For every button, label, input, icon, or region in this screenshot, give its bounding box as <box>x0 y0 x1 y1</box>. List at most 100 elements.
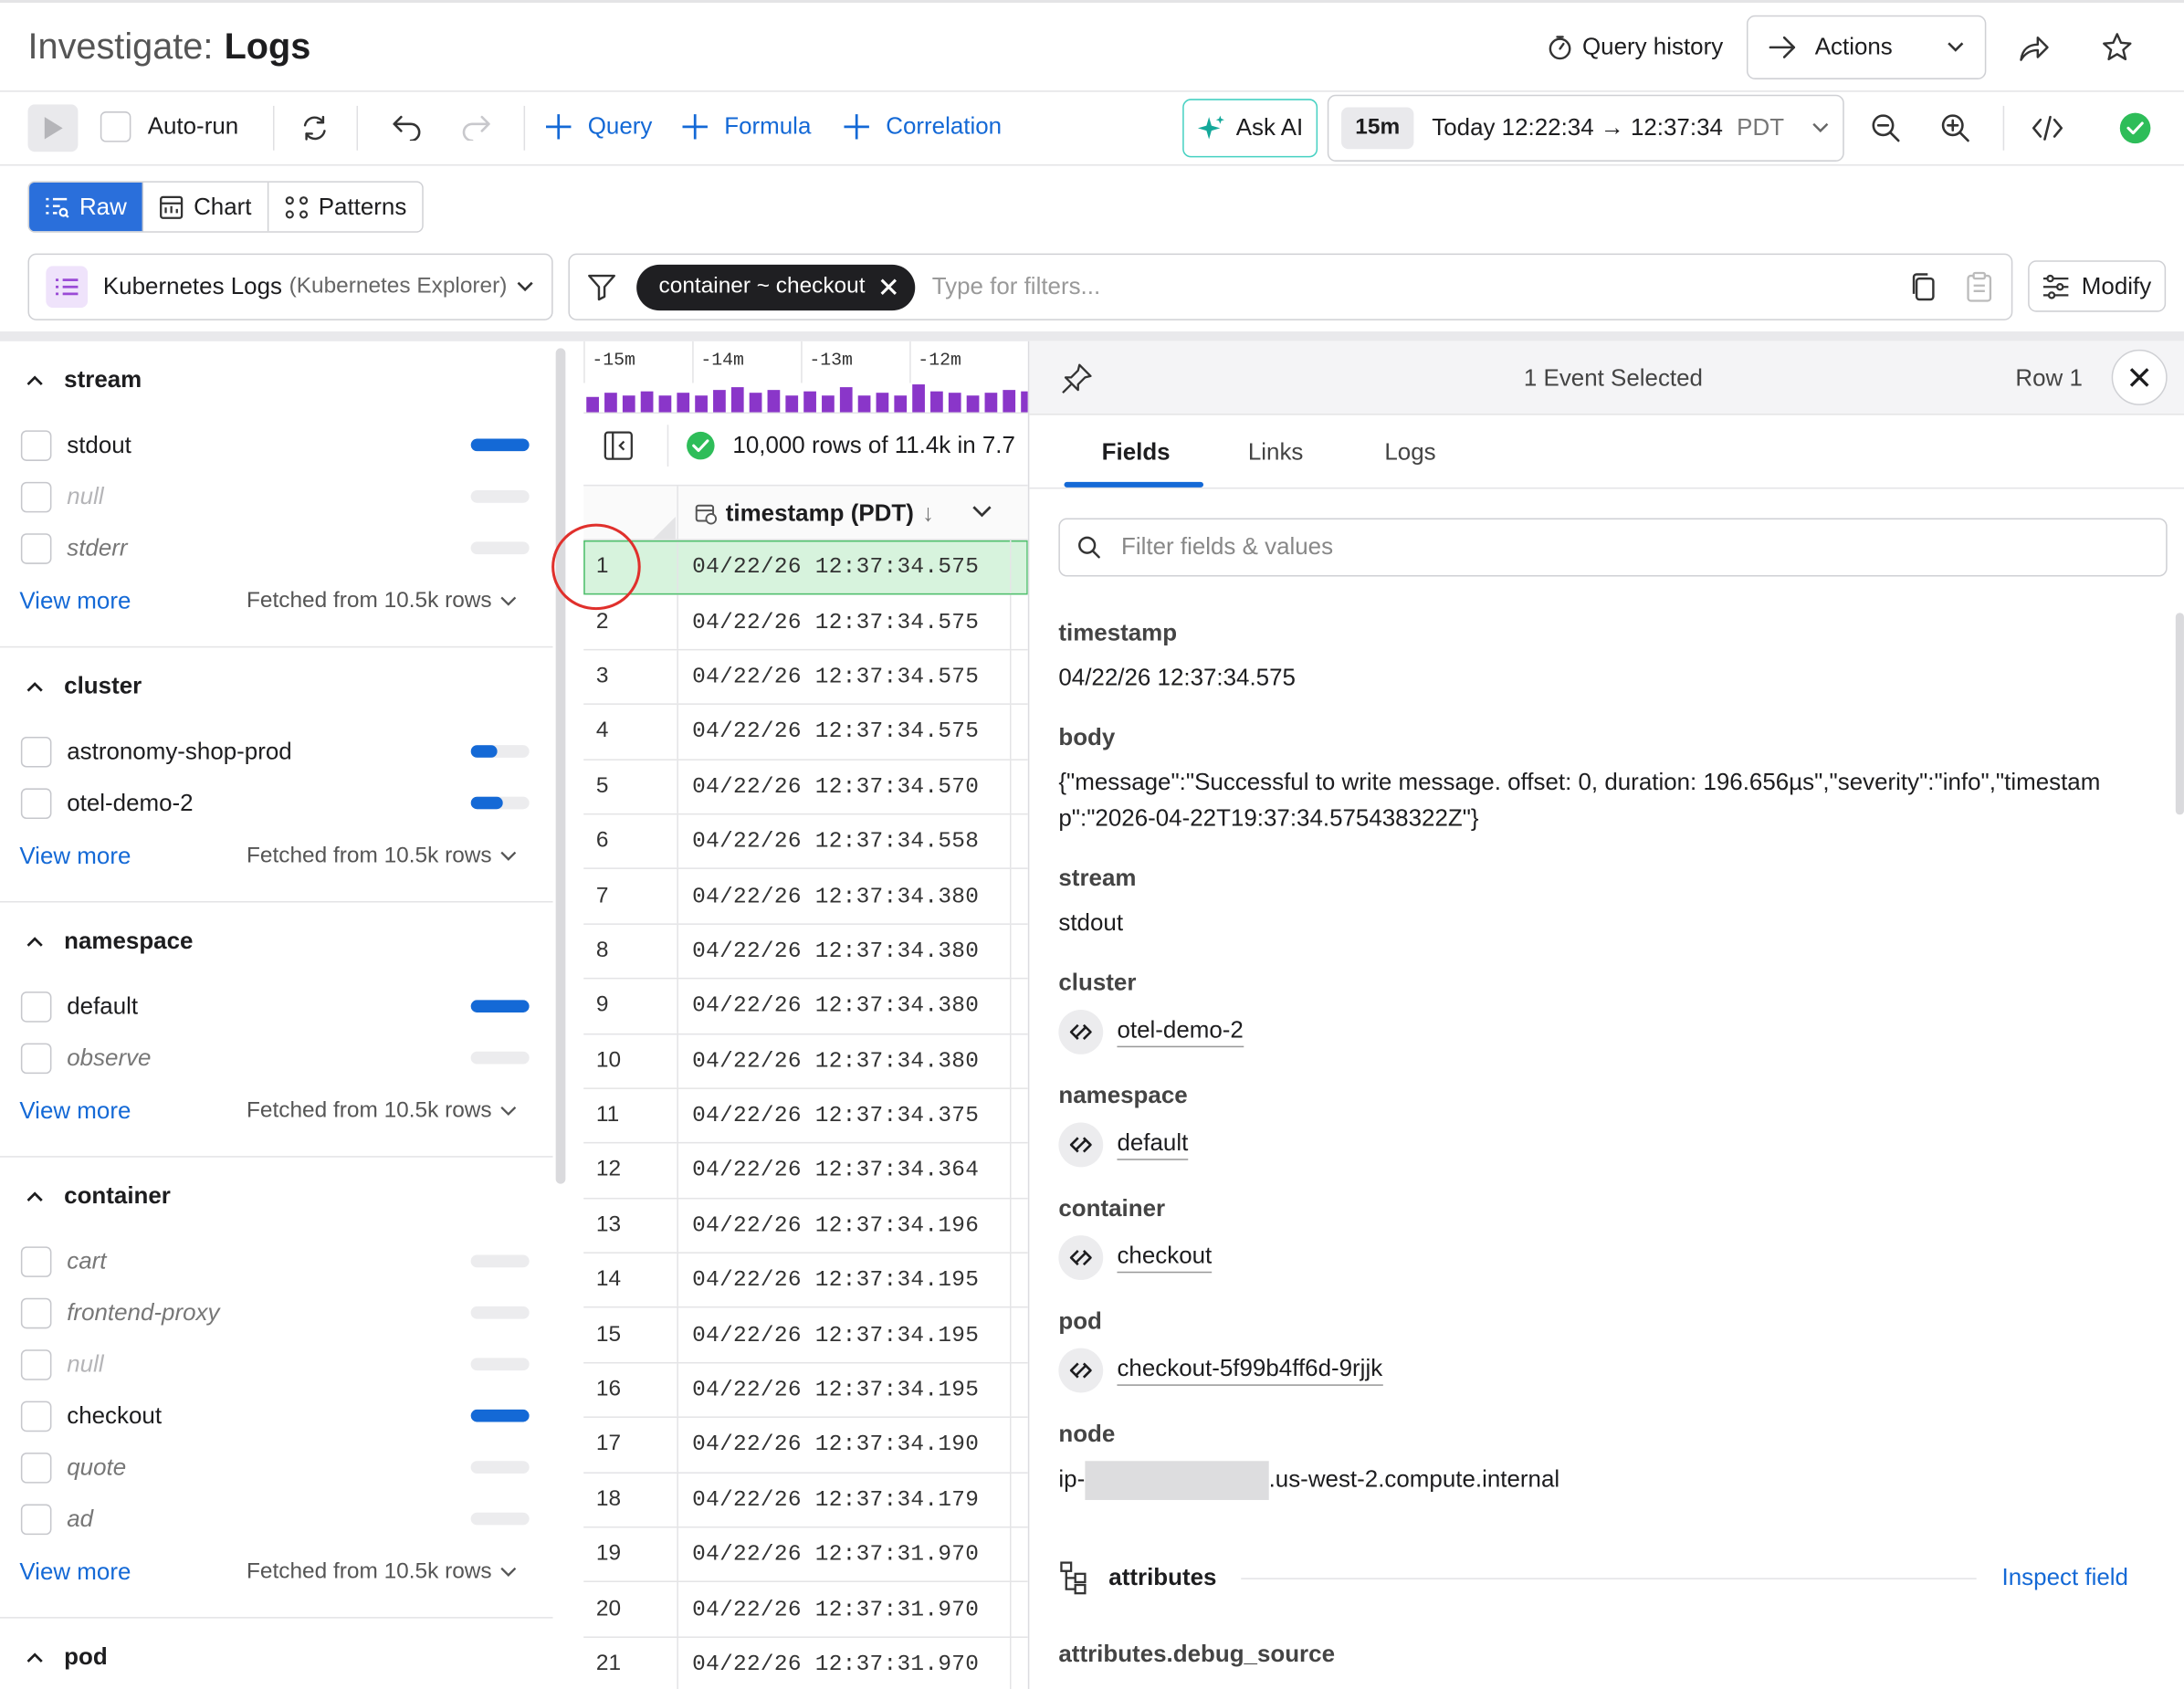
histogram-bar[interactable] <box>640 391 654 413</box>
table-row[interactable]: 1 04/22/26 12:37:34.575 <box>583 540 1028 595</box>
view-more-link[interactable]: View more <box>19 843 131 871</box>
linked-value-text[interactable]: checkout <box>1117 1243 1213 1274</box>
histogram-bar[interactable] <box>749 393 762 413</box>
table-row[interactable]: 9 04/22/26 12:37:34.380 <box>583 979 1028 1034</box>
facet-checkbox[interactable] <box>20 736 52 767</box>
facet-value-row[interactable]: ad <box>0 1493 553 1544</box>
histogram-bar[interactable] <box>713 390 726 413</box>
histogram-bar[interactable] <box>984 393 998 413</box>
add-query-button[interactable]: Query <box>543 111 652 142</box>
sort-desc-icon[interactable]: ↓ <box>922 500 934 529</box>
tab-links[interactable]: Links <box>1248 439 1304 467</box>
fetched-dropdown[interactable]: Fetched from 10.5k rows <box>247 1560 517 1585</box>
facet-value-row[interactable]: observe <box>0 1032 553 1083</box>
facet-checkbox[interactable] <box>20 1245 52 1277</box>
chevron-down-icon[interactable] <box>971 503 992 519</box>
facet-checkbox[interactable] <box>20 787 52 819</box>
fetched-dropdown[interactable]: Fetched from 10.5k rows <box>247 844 517 868</box>
histogram-bar[interactable] <box>1003 390 1016 413</box>
histogram-bar[interactable] <box>912 384 925 413</box>
field-filter-input[interactable] <box>1121 533 2096 561</box>
facet-value-row[interactable]: stderr <box>0 522 553 573</box>
linked-value[interactable]: checkout <box>1058 1235 2145 1280</box>
table-row[interactable]: 6 04/22/26 12:37:34.558 <box>583 814 1028 870</box>
table-row[interactable]: 5 04/22/26 12:37:34.570 <box>583 760 1028 815</box>
undo-icon[interactable] <box>390 113 424 142</box>
actions-button[interactable]: Actions <box>1746 15 1987 79</box>
linked-value-text[interactable]: otel-demo-2 <box>1117 1017 1244 1048</box>
table-row[interactable]: 8 04/22/26 12:37:34.380 <box>583 924 1028 980</box>
histogram-bar[interactable] <box>785 395 799 413</box>
facet-checkbox[interactable] <box>20 532 52 564</box>
zoom-in-icon[interactable] <box>1938 111 1972 145</box>
view-more-link[interactable]: View more <box>19 1558 131 1587</box>
table-row[interactable]: 11 04/22/26 12:37:34.375 <box>583 1088 1028 1144</box>
linked-value-text[interactable]: default <box>1117 1129 1189 1160</box>
inspect-field-link[interactable]: Inspect field <box>2002 1564 2128 1592</box>
histogram-bar[interactable] <box>658 395 672 413</box>
histogram-bar[interactable] <box>604 393 617 413</box>
linked-value-text[interactable]: checkout-5f99b4ff6d-9rjjk <box>1117 1355 1383 1386</box>
time-range-picker[interactable]: 15m Today 12:22:34 → 12:37:34 PDT <box>1327 94 1844 162</box>
collapse-panel-icon[interactable] <box>604 430 635 461</box>
filter-chip[interactable]: container ~ checkout <box>636 264 916 310</box>
table-row[interactable]: 12 04/22/26 12:37:34.364 <box>583 1143 1028 1199</box>
panel-scrollbar[interactable] <box>2175 613 2184 815</box>
histogram-bar[interactable] <box>966 395 980 413</box>
facet-header[interactable]: cluster <box>0 647 553 725</box>
facet-checkbox[interactable] <box>20 429 52 461</box>
refresh-icon[interactable] <box>299 113 331 144</box>
linked-value[interactable]: otel-demo-2 <box>1058 1009 2145 1054</box>
clipboard-icon[interactable] <box>1965 271 1993 302</box>
facet-value-row[interactable]: checkout <box>0 1390 553 1441</box>
fetched-dropdown[interactable]: Fetched from 10.5k rows <box>247 589 517 614</box>
table-row[interactable]: 13 04/22/26 12:37:34.196 <box>583 1198 1028 1254</box>
histogram-bar[interactable] <box>876 393 889 413</box>
facet-value-row[interactable]: default <box>0 981 553 1032</box>
sidebar-scrollbar[interactable] <box>555 348 566 1184</box>
histogram-bar[interactable] <box>857 395 871 413</box>
query-history-button[interactable]: Query history <box>1546 34 1723 62</box>
histogram-bar[interactable] <box>730 387 744 413</box>
table-row[interactable]: 17 04/22/26 12:37:34.190 <box>583 1418 1028 1474</box>
linked-value[interactable]: default <box>1058 1122 2145 1168</box>
copy-icon[interactable] <box>1909 271 1937 302</box>
histogram-bar[interactable] <box>677 393 690 413</box>
autorun-checkbox[interactable] <box>100 111 131 142</box>
table-row[interactable]: 7 04/22/26 12:37:34.380 <box>583 869 1028 925</box>
star-icon[interactable] <box>2100 31 2134 65</box>
table-row[interactable]: 21 04/22/26 12:37:31.970 <box>583 1637 1028 1689</box>
facet-value-row[interactable]: astronomy-shop-prod <box>0 726 553 777</box>
histogram-bar[interactable] <box>586 396 599 413</box>
facet-value-row[interactable]: frontend-proxy <box>0 1287 553 1338</box>
facet-checkbox[interactable] <box>20 1452 52 1483</box>
add-correlation-button[interactable]: Correlation <box>841 111 1002 142</box>
tab-logs[interactable]: Logs <box>1384 439 1435 467</box>
view-more-link[interactable]: View more <box>19 588 131 616</box>
close-icon[interactable] <box>879 278 898 297</box>
facet-header[interactable]: pod <box>0 1619 553 1689</box>
facet-header[interactable]: namespace <box>0 903 553 981</box>
table-row[interactable]: 16 04/22/26 12:37:34.195 <box>583 1363 1028 1419</box>
facet-header[interactable]: container <box>0 1158 553 1235</box>
facet-checkbox[interactable] <box>20 1042 52 1074</box>
histogram-bar[interactable] <box>894 395 908 413</box>
histogram-bar[interactable] <box>822 395 835 413</box>
table-row[interactable]: 2 04/22/26 12:37:34.575 <box>583 594 1028 651</box>
facet-checkbox[interactable] <box>20 1400 52 1432</box>
autorun-toggle[interactable]: Auto-run <box>100 111 238 142</box>
facet-checkbox[interactable] <box>20 991 52 1022</box>
facet-value-row[interactable]: cart <box>0 1235 553 1286</box>
add-formula-button[interactable]: Formula <box>679 111 811 142</box>
share-icon[interactable] <box>2017 34 2051 65</box>
fetched-dropdown[interactable]: Fetched from 10.5k rows <box>247 1099 517 1124</box>
redo-icon[interactable] <box>459 113 493 142</box>
table-row[interactable]: 15 04/22/26 12:37:34.195 <box>583 1308 1028 1364</box>
tab-patterns[interactable]: Patterns <box>268 182 423 232</box>
table-row[interactable]: 19 04/22/26 12:37:31.970 <box>583 1527 1028 1583</box>
close-panel-button[interactable] <box>2111 349 2168 405</box>
histogram-bar[interactable] <box>930 391 943 413</box>
tab-fields[interactable]: Fields <box>1102 439 1171 467</box>
facet-value-row[interactable]: null <box>0 1338 553 1390</box>
facet-header[interactable]: stream <box>0 341 553 419</box>
